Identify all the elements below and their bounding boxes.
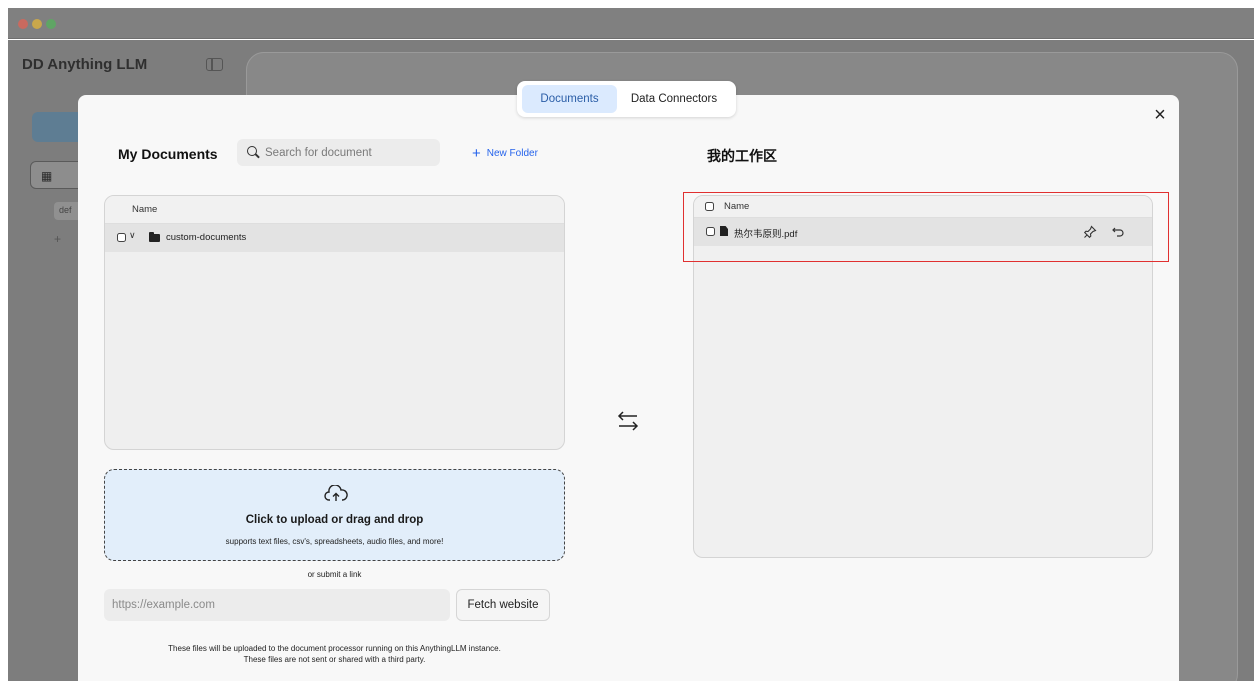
folder-checkbox[interactable] bbox=[117, 233, 126, 242]
transfer-arrows-icon[interactable] bbox=[616, 409, 640, 433]
upload-title: Click to upload or drag and drop bbox=[245, 514, 424, 526]
upload-subtitle: supports text files, csv's, spreadsheets… bbox=[225, 537, 444, 546]
footnote-line-2: These files are not sent or shared with … bbox=[243, 655, 426, 664]
folder-row[interactable]: ∨ custom-documents bbox=[105, 224, 564, 252]
sidebar-new-workspace-button[interactable] bbox=[32, 112, 84, 142]
undo-icon[interactable] bbox=[1111, 225, 1125, 239]
upload-footnote: These files will be uploaded to the docu… bbox=[104, 643, 565, 665]
link-input[interactable] bbox=[104, 589, 450, 621]
plus-icon: + bbox=[472, 145, 481, 162]
workspace-documents-list: Name 热尔韦原则.pdf bbox=[693, 195, 1153, 558]
tab-documents[interactable]: Documents bbox=[522, 85, 617, 113]
new-folder-label: New Folder bbox=[486, 148, 538, 159]
column-header-name: Name bbox=[105, 196, 564, 224]
pin-icon[interactable] bbox=[1083, 225, 1097, 239]
tab-data-connectors[interactable]: Data Connectors bbox=[617, 85, 731, 113]
window-minimize-dot[interactable] bbox=[32, 19, 42, 29]
or-submit-link-label: or submit a link bbox=[307, 570, 362, 579]
document-search[interactable] bbox=[237, 139, 440, 166]
footnote-line-1: These files will be uploaded to the docu… bbox=[168, 644, 501, 653]
modal-tabs: Documents Data Connectors bbox=[517, 81, 736, 117]
close-icon[interactable]: × bbox=[1150, 104, 1170, 126]
workspace-title: 我的工作区 bbox=[707, 148, 777, 164]
file-row[interactable]: 热尔韦原则.pdf bbox=[694, 218, 1152, 246]
cloud-upload-icon bbox=[324, 485, 348, 501]
window-close-dot[interactable] bbox=[18, 19, 28, 29]
search-input[interactable] bbox=[265, 143, 433, 162]
fetch-website-button[interactable]: Fetch website bbox=[456, 589, 550, 621]
upload-dropzone[interactable]: Click to upload or drag and drop support… bbox=[104, 469, 565, 561]
search-icon bbox=[247, 146, 257, 156]
file-name: 热尔韦原则.pdf bbox=[734, 229, 798, 240]
file-checkbox[interactable] bbox=[706, 227, 715, 236]
new-folder-button[interactable]: + New Folder bbox=[472, 145, 538, 162]
select-all-checkbox[interactable] bbox=[705, 202, 714, 211]
window-titlebar bbox=[8, 8, 1254, 39]
app-brand: DD Anything LLM bbox=[22, 56, 148, 73]
sidebar-add-thread-icon[interactable]: + bbox=[54, 232, 61, 246]
chevron-down-icon[interactable]: ∨ bbox=[129, 230, 136, 241]
my-documents-title: My Documents bbox=[118, 146, 218, 162]
my-documents-list: Name ∨ custom-documents bbox=[104, 195, 565, 450]
folder-icon bbox=[149, 232, 160, 242]
workspace-column-header: Name bbox=[694, 196, 1152, 218]
column-header-name: Name bbox=[724, 201, 750, 212]
sidebar-toggle-icon[interactable] bbox=[206, 58, 223, 71]
grid-icon: ▦ bbox=[41, 169, 53, 183]
window-maximize-dot[interactable] bbox=[46, 19, 56, 29]
folder-name: custom-documents bbox=[166, 232, 247, 243]
file-icon bbox=[720, 226, 728, 236]
